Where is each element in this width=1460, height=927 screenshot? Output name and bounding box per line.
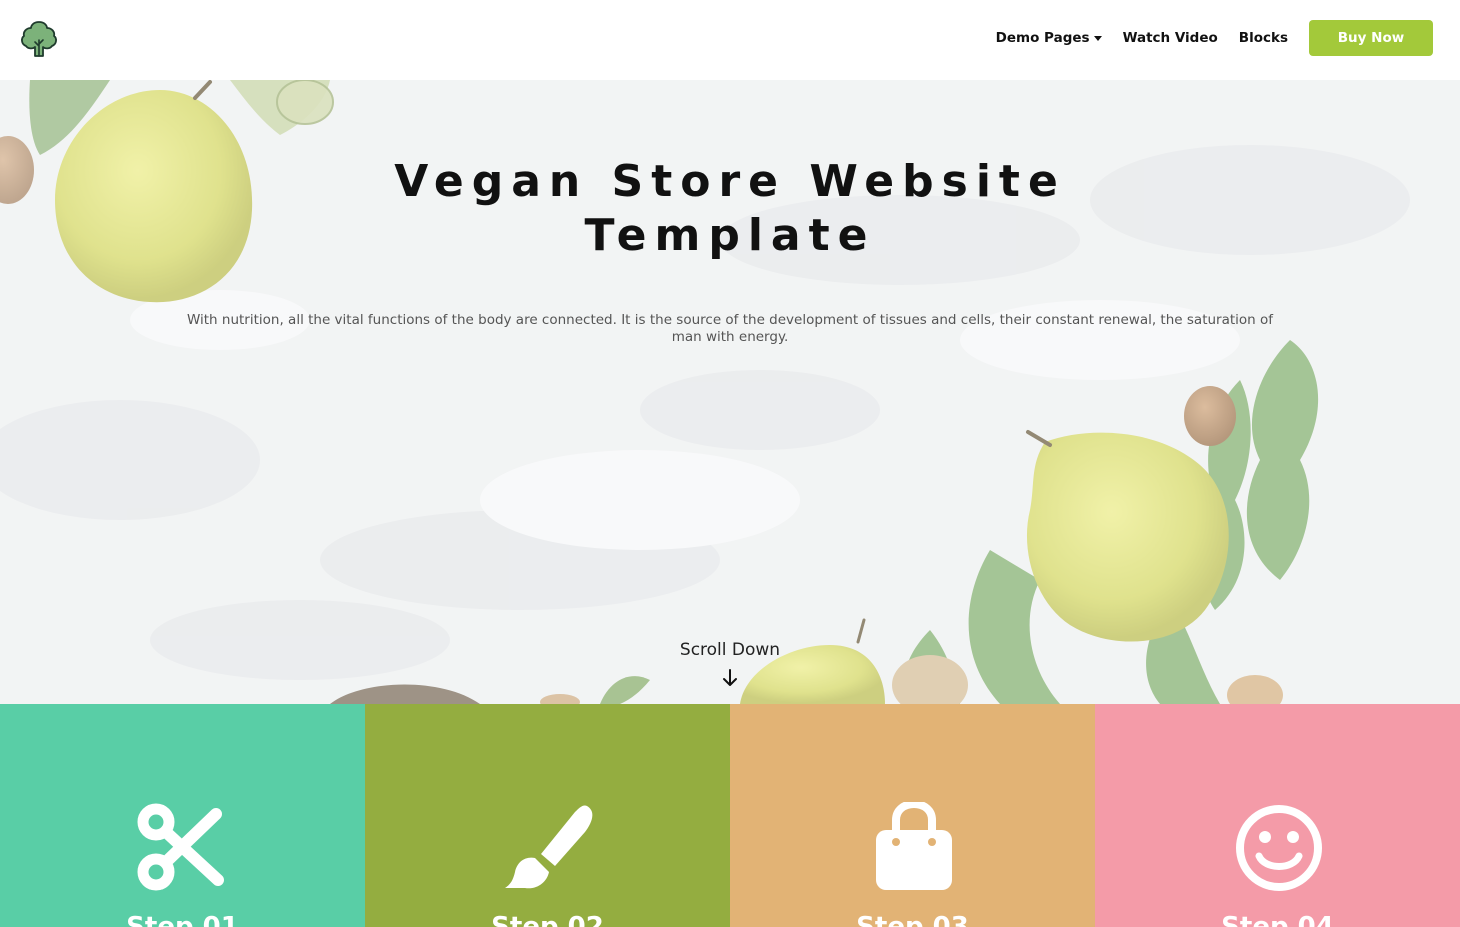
step-card-01: Step 01: [0, 704, 365, 927]
hero-description: With nutrition, all the vital functions …: [186, 312, 1274, 345]
arrow-down-icon[interactable]: [722, 669, 738, 687]
step-label: Step 04: [1221, 912, 1334, 927]
site-header: Demo Pages Watch Video Blocks Buy Now: [0, 0, 1460, 80]
scroll-down-label[interactable]: Scroll Down: [630, 640, 830, 660]
hero-title-line-2: Template: [584, 210, 876, 261]
step-label: Step 01: [126, 912, 239, 927]
shopping-bag-icon: [876, 802, 952, 890]
paintbrush-icon: [505, 805, 593, 889]
buy-now-button[interactable]: Buy Now: [1309, 20, 1433, 56]
step-label: Step 02: [491, 912, 604, 927]
smiley-face-icon: [1236, 805, 1322, 891]
nav-demo-pages-label: Demo Pages: [995, 30, 1090, 46]
hero-section: Vegan Store Website Template With nutrit…: [0, 80, 1460, 704]
step-card-03: Step 03: [730, 704, 1095, 927]
hero-title-line-1: Vegan Store Website: [394, 156, 1066, 207]
step-card-04: Step 04: [1095, 704, 1460, 927]
hero-title: Vegan Store Website Template: [330, 155, 1130, 263]
step-label: Step 03: [856, 912, 969, 927]
nav-demo-pages[interactable]: Demo Pages: [996, 30, 1102, 46]
main-nav: Demo Pages Watch Video Blocks Buy Now: [996, 20, 1433, 56]
broccoli-tree-icon[interactable]: [18, 18, 60, 60]
caret-down-icon: [1093, 36, 1102, 41]
steps-section: Step 01 Step 02 Step 03 Step 04: [0, 704, 1460, 927]
scissors-icon: [137, 803, 224, 891]
nav-blocks[interactable]: Blocks: [1239, 30, 1288, 46]
step-card-02: Step 02: [365, 704, 730, 927]
nav-watch-video[interactable]: Watch Video: [1123, 30, 1218, 46]
